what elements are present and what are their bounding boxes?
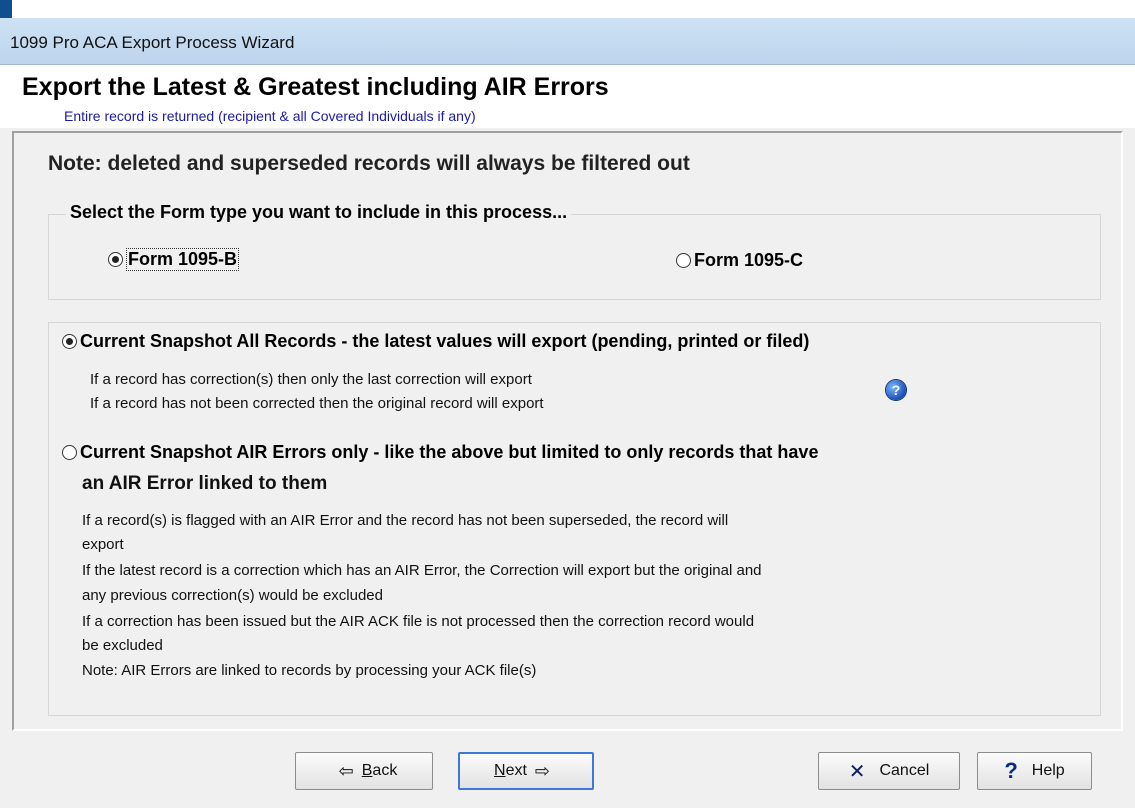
back-button-label: Back bbox=[361, 762, 398, 779]
back-button[interactable]: ⇦ Back bbox=[295, 752, 433, 790]
radio-label-1095b: Form 1095-B bbox=[126, 248, 240, 271]
radio-label-air-errors-line2: an AIR Error linked to them bbox=[82, 473, 328, 494]
air-errors-desc-5: If a correction has been issued but the … bbox=[82, 613, 755, 630]
arrow-right-icon: ⇨ bbox=[534, 760, 550, 781]
radio-form-1095c[interactable]: Form 1095-C bbox=[676, 250, 803, 271]
air-errors-desc-4: any previous correction(s) would be excl… bbox=[82, 587, 383, 604]
help-button-label: Help bbox=[1031, 762, 1065, 779]
radio-current-snapshot-all[interactable]: Current Snapshot All Records - the lates… bbox=[62, 331, 809, 352]
form-type-legend: Select the Form type you want to include… bbox=[66, 202, 572, 223]
wizard-header: Export the Latest & Greatest including A… bbox=[0, 65, 1135, 128]
snapshot-all-desc-2: If a record has not been corrected then … bbox=[90, 395, 544, 412]
filter-note: Note: deleted and superseded records wil… bbox=[48, 152, 690, 175]
air-errors-desc-2: export bbox=[82, 536, 124, 553]
help-button[interactable]: ? Help bbox=[977, 752, 1092, 790]
air-errors-desc-1: If a record(s) is flagged with an AIR Er… bbox=[82, 512, 729, 529]
snapshot-all-desc-1: If a record has correction(s) then only … bbox=[90, 371, 532, 388]
radio-circle-selected bbox=[108, 252, 123, 267]
cancel-button-label: Cancel bbox=[879, 762, 930, 779]
x-icon: ✕ bbox=[848, 760, 866, 783]
title-bar: 1099 Pro ACA Export Process Wizard bbox=[0, 18, 1135, 65]
top-strip bbox=[0, 0, 1135, 18]
arrow-left-icon: ⇦ bbox=[338, 760, 354, 781]
radio-circle bbox=[676, 253, 691, 268]
help-circle-icon[interactable]: ? bbox=[886, 380, 906, 400]
radio-circle bbox=[62, 445, 77, 460]
question-mark-icon: ? bbox=[1004, 758, 1018, 783]
air-errors-desc-3: If the latest record is a correction whi… bbox=[82, 562, 762, 579]
next-button-label: Next bbox=[494, 762, 527, 779]
air-errors-desc-7: Note: AIR Errors are linked to records b… bbox=[82, 662, 537, 679]
radio-current-snapshot-air-errors[interactable]: Current Snapshot AIR Errors only - like … bbox=[62, 442, 818, 463]
radio-circle-selected bbox=[62, 334, 77, 349]
cancel-button[interactable]: ✕ Cancel bbox=[818, 752, 960, 790]
page-title: Export the Latest & Greatest including A… bbox=[22, 73, 609, 101]
radio-label-1095c: Form 1095-C bbox=[694, 250, 804, 270]
page-subtitle: Entire record is returned (recipient & a… bbox=[64, 108, 476, 124]
radio-label-snapshot-all: Current Snapshot All Records - the lates… bbox=[80, 331, 810, 351]
radio-form-1095b[interactable]: Form 1095-B bbox=[108, 248, 240, 271]
air-errors-desc-6: be excluded bbox=[82, 637, 163, 654]
radio-label-air-errors: Current Snapshot AIR Errors only - like … bbox=[80, 442, 819, 462]
window-frame-edge bbox=[0, 0, 12, 18]
next-button[interactable]: Next ⇨ bbox=[458, 752, 594, 790]
window-title: 1099 Pro ACA Export Process Wizard bbox=[10, 33, 295, 52]
